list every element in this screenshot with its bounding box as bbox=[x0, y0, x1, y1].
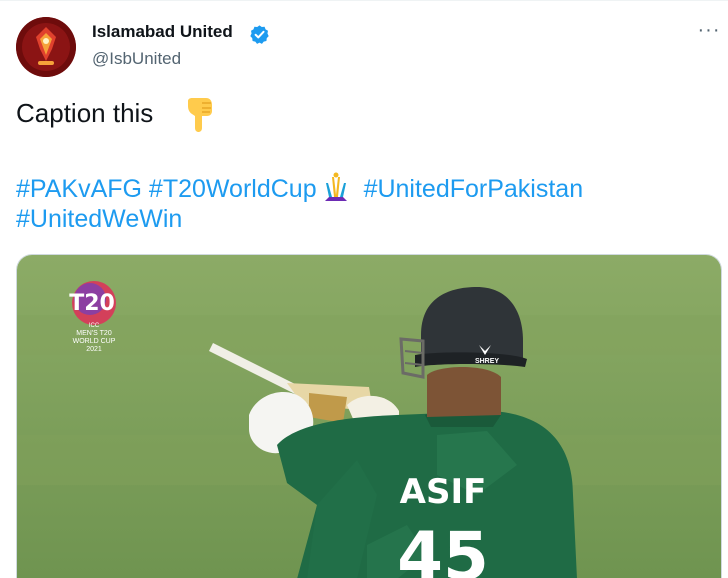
jersey-name: ASIF bbox=[400, 472, 487, 512]
logo-2021: 2021 bbox=[86, 346, 102, 353]
author-handle[interactable]: @IsbUnited bbox=[92, 49, 181, 69]
hashtag-t20worldcup[interactable]: #T20WorldCup bbox=[149, 175, 317, 203]
hashtag-unitedforpakistan[interactable]: #UnitedForPakistan bbox=[364, 175, 584, 203]
jersey-number: 45 bbox=[397, 518, 489, 578]
hashtags-line-2: #UnitedWeWin bbox=[16, 205, 182, 234]
helmet-brand: SHREY bbox=[475, 358, 499, 365]
avatar[interactable] bbox=[16, 17, 76, 77]
logo-world-cup: WORLD CUP bbox=[73, 338, 116, 345]
t20-trophy-icon bbox=[324, 172, 347, 201]
hashtag-unitedwewin[interactable]: #UnitedWeWin bbox=[16, 205, 182, 233]
logo-icc: ICC bbox=[89, 323, 100, 329]
verified-badge-icon bbox=[250, 25, 269, 44]
tweet-caption: Caption this bbox=[16, 98, 154, 128]
pointing-down-emoji-icon bbox=[188, 98, 212, 132]
top-divider bbox=[0, 0, 728, 1]
logo-mens-t20: MEN'S T20 bbox=[76, 330, 112, 337]
hashtags-line-1: #PAKvAFG #T20WorldCup #UnitedForPakistan bbox=[16, 171, 583, 204]
logo-t20: T20 bbox=[69, 291, 115, 316]
hashtag-pakvafg[interactable]: #PAKvAFG bbox=[16, 175, 142, 203]
more-options-icon[interactable]: ··· bbox=[692, 18, 726, 46]
tweet-media-image[interactable]: T20 ICC MEN'S T20 WORLD CUP 2021 SHREY A… bbox=[16, 254, 722, 578]
author-name[interactable]: Islamabad United bbox=[92, 22, 233, 42]
